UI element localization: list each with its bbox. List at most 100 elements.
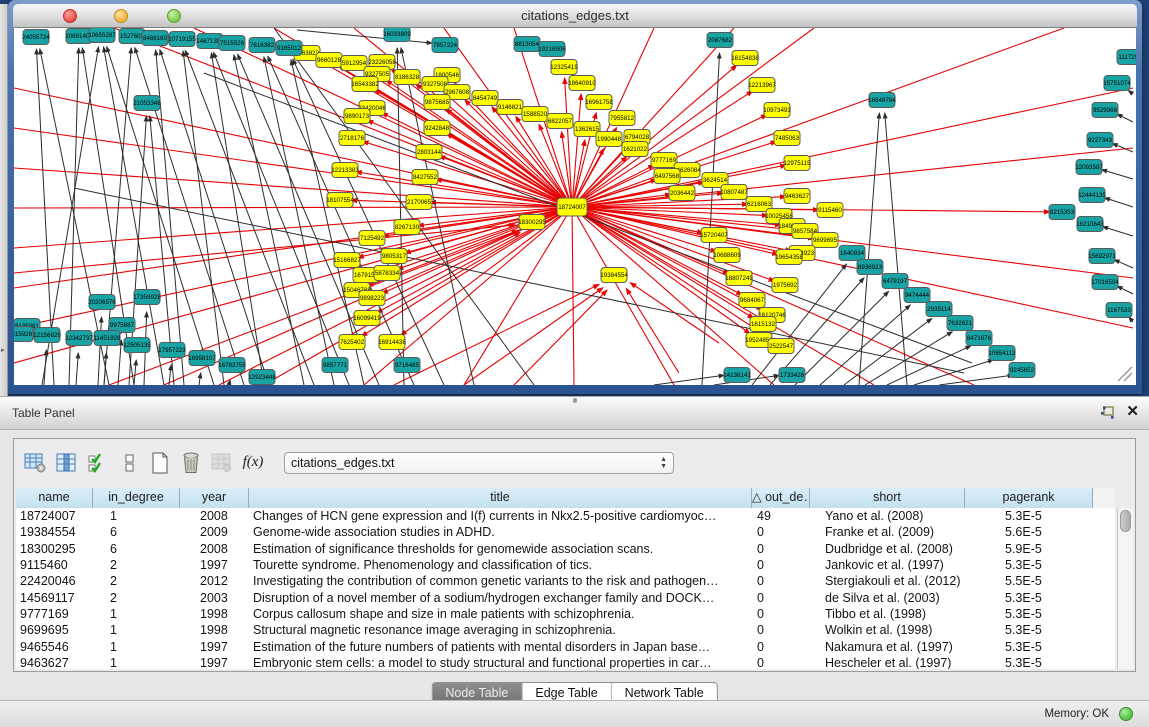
graph-node[interactable]: 18807249 [725,271,753,286]
graph-node[interactable]: 16210643 [1076,217,1104,232]
graph-node[interactable]: 9699695 [812,233,838,248]
column-header-in_degree[interactable]: in_degree [93,488,180,508]
scrollbar-thumb[interactable] [1120,510,1131,532]
graph-node[interactable]: 16648784 [868,93,896,108]
column-header-year[interactable]: year [180,488,249,508]
graph-node[interactable]: 7632621 [947,316,973,331]
graph-node[interactable]: 8813054 [514,37,540,52]
graph-node[interactable]: 12325419 [550,60,578,75]
graph-node[interactable]: 19384554 [600,268,628,283]
graph-node[interactable]: 18300295 [518,215,546,230]
panel-grip-icon[interactable]: ▸ [1,348,6,358]
table-selector[interactable]: citations_edges.txt ▲▼ [284,452,674,474]
table-scrollbar[interactable] [1117,508,1133,669]
canvas-resize-grip[interactable] [1118,367,1132,381]
table-row[interactable]: 1456911722003Disruption of a novel membe… [16,589,1115,605]
graph-node[interactable]: 17957223 [158,343,186,358]
graph-node[interactable]: 9805317 [381,249,407,264]
graph-node[interactable]: 9684067 [739,293,765,308]
graph-node[interactable]: 9875685 [424,95,450,110]
graph-node[interactable]: 8267130 [394,220,420,235]
graph-node[interactable]: 16543382 [351,77,379,92]
graph-node[interactable]: 9242848 [424,121,450,136]
graph-node[interactable]: 2718176 [339,131,365,146]
window-titlebar[interactable]: citations_edges.txt [13,4,1137,28]
memory-ok-indicator[interactable] [1119,707,1133,721]
graph-node[interactable]: 12923448 [248,370,276,385]
column-header-short[interactable]: short [810,488,965,508]
graph-node[interactable]: 9165012 [276,41,302,56]
graph-node[interactable]: 6479197 [882,274,908,289]
table-settings-button[interactable] [22,448,50,478]
graph-node[interactable]: 19218506 [538,42,566,57]
graph-node[interactable]: 5878334 [374,266,400,281]
graph-node[interactable]: 9227343 [1087,133,1113,148]
graph-node[interactable]: 8186328 [394,70,420,85]
network-view-window[interactable]: citations_edges.txt 76638229660128591295… [8,0,1142,394]
column-header-out_de[interactable]: △ out_de… [752,488,810,508]
graph-node[interactable]: 9716485 [394,358,420,373]
graph-node[interactable]: 7125492 [359,231,385,246]
graph-node[interactable]: 5912954 [341,56,367,71]
graph-node[interactable]: 2522547 [768,339,794,354]
new-table-button[interactable] [146,448,174,478]
table-row[interactable]: 977716911998Corpus callosum shape and si… [16,606,1115,622]
graph-node[interactable]: 8466160 [142,31,168,46]
graph-node[interactable]: 8215353 [1049,205,1075,220]
graph-node[interactable]: 16961758 [585,95,613,110]
graph-node[interactable]: 11451928 [93,331,121,346]
hub-node[interactable]: 18724007 [557,198,587,216]
graph-node[interactable]: 16099419 [353,311,381,326]
graph-node[interactable]: 16914438 [378,335,406,350]
graph-node[interactable]: 18640910 [568,76,596,91]
graph-node[interactable]: 16154838 [731,51,759,66]
graph-node[interactable]: 1588520 [522,107,548,122]
graph-node[interactable]: 9529966 [1092,103,1118,118]
graph-node[interactable]: 19654358 [775,250,803,265]
graph-node[interactable]: 10688609 [713,248,741,263]
graph-node[interactable]: 12213967 [748,78,776,93]
table-row[interactable]: 911546021997Tourette syndrome. Phenomeno… [16,557,1115,573]
table-row[interactable]: 969969511998Structural magnetic resonanc… [16,622,1115,638]
column-options-button[interactable] [115,448,143,478]
graph-node[interactable]: 14136141 [723,368,751,383]
graph-node[interactable]: 16782759 [218,358,246,373]
network-graph[interactable]: 7663822966012859129542322605893275051654… [14,28,1136,385]
graph-node[interactable]: 9146821 [497,100,523,115]
graph-node[interactable]: 9474444 [904,288,930,303]
graph-node[interactable]: 16958107 [188,351,216,366]
table-row[interactable]: 1872400712008Changes of HCN gene express… [16,508,1115,524]
table-header-row[interactable]: namein_degreeyeartitle△ out_de…shortpage… [16,488,1115,509]
column-header-title[interactable]: title [249,488,752,508]
graph-node[interactable]: 10654112 [988,346,1016,361]
graph-node[interactable]: 21053346 [133,96,161,111]
graph-node[interactable]: 12093587 [1075,160,1103,175]
graph-node[interactable]: 6497568 [654,169,680,184]
table-row[interactable]: 1830029562008Estimation of significance … [16,541,1115,557]
network-canvas[interactable]: 7663822966012859129542322605893275051654… [14,28,1136,385]
table-row[interactable]: 946362711997Embryonic stem cells: a mode… [16,655,1115,669]
graph-node[interactable]: 3315926 [14,327,33,342]
select-all-button[interactable] [84,448,112,478]
graph-node[interactable]: 12342737 [65,331,93,346]
graph-node[interactable]: 8454749 [472,91,498,106]
graph-node[interactable]: 2036442 [669,186,695,201]
graph-node[interactable]: 18107554 [326,193,354,208]
graph-node[interactable]: 12444135 [1078,188,1106,203]
table-row[interactable]: 2242004622012Investigating the contribut… [16,573,1115,589]
combo-stepper-icon[interactable]: ▲▼ [660,456,667,470]
graph-node[interactable]: 7616382 [249,38,275,53]
graph-node[interactable]: 8471676 [966,331,992,346]
graph-node[interactable]: 15751074 [1103,76,1131,91]
graph-node[interactable]: 12975115 [783,156,811,171]
graph-node[interactable]: 9857771 [322,358,348,373]
graph-node[interactable]: 17016504 [1091,275,1119,290]
graph-node[interactable]: 15720407 [700,228,728,243]
graph-node[interactable]: 9463627 [784,189,810,204]
graph-node[interactable]: 2803144 [416,145,442,160]
graph-node[interactable]: 6822057 [547,114,573,129]
close-panel-icon[interactable]: ✕ [1126,404,1139,420]
graph-node[interactable]: 9660128 [316,53,342,68]
graph-node[interactable]: 9890173 [344,109,370,124]
graph-node[interactable]: 1167533 [1106,303,1132,318]
